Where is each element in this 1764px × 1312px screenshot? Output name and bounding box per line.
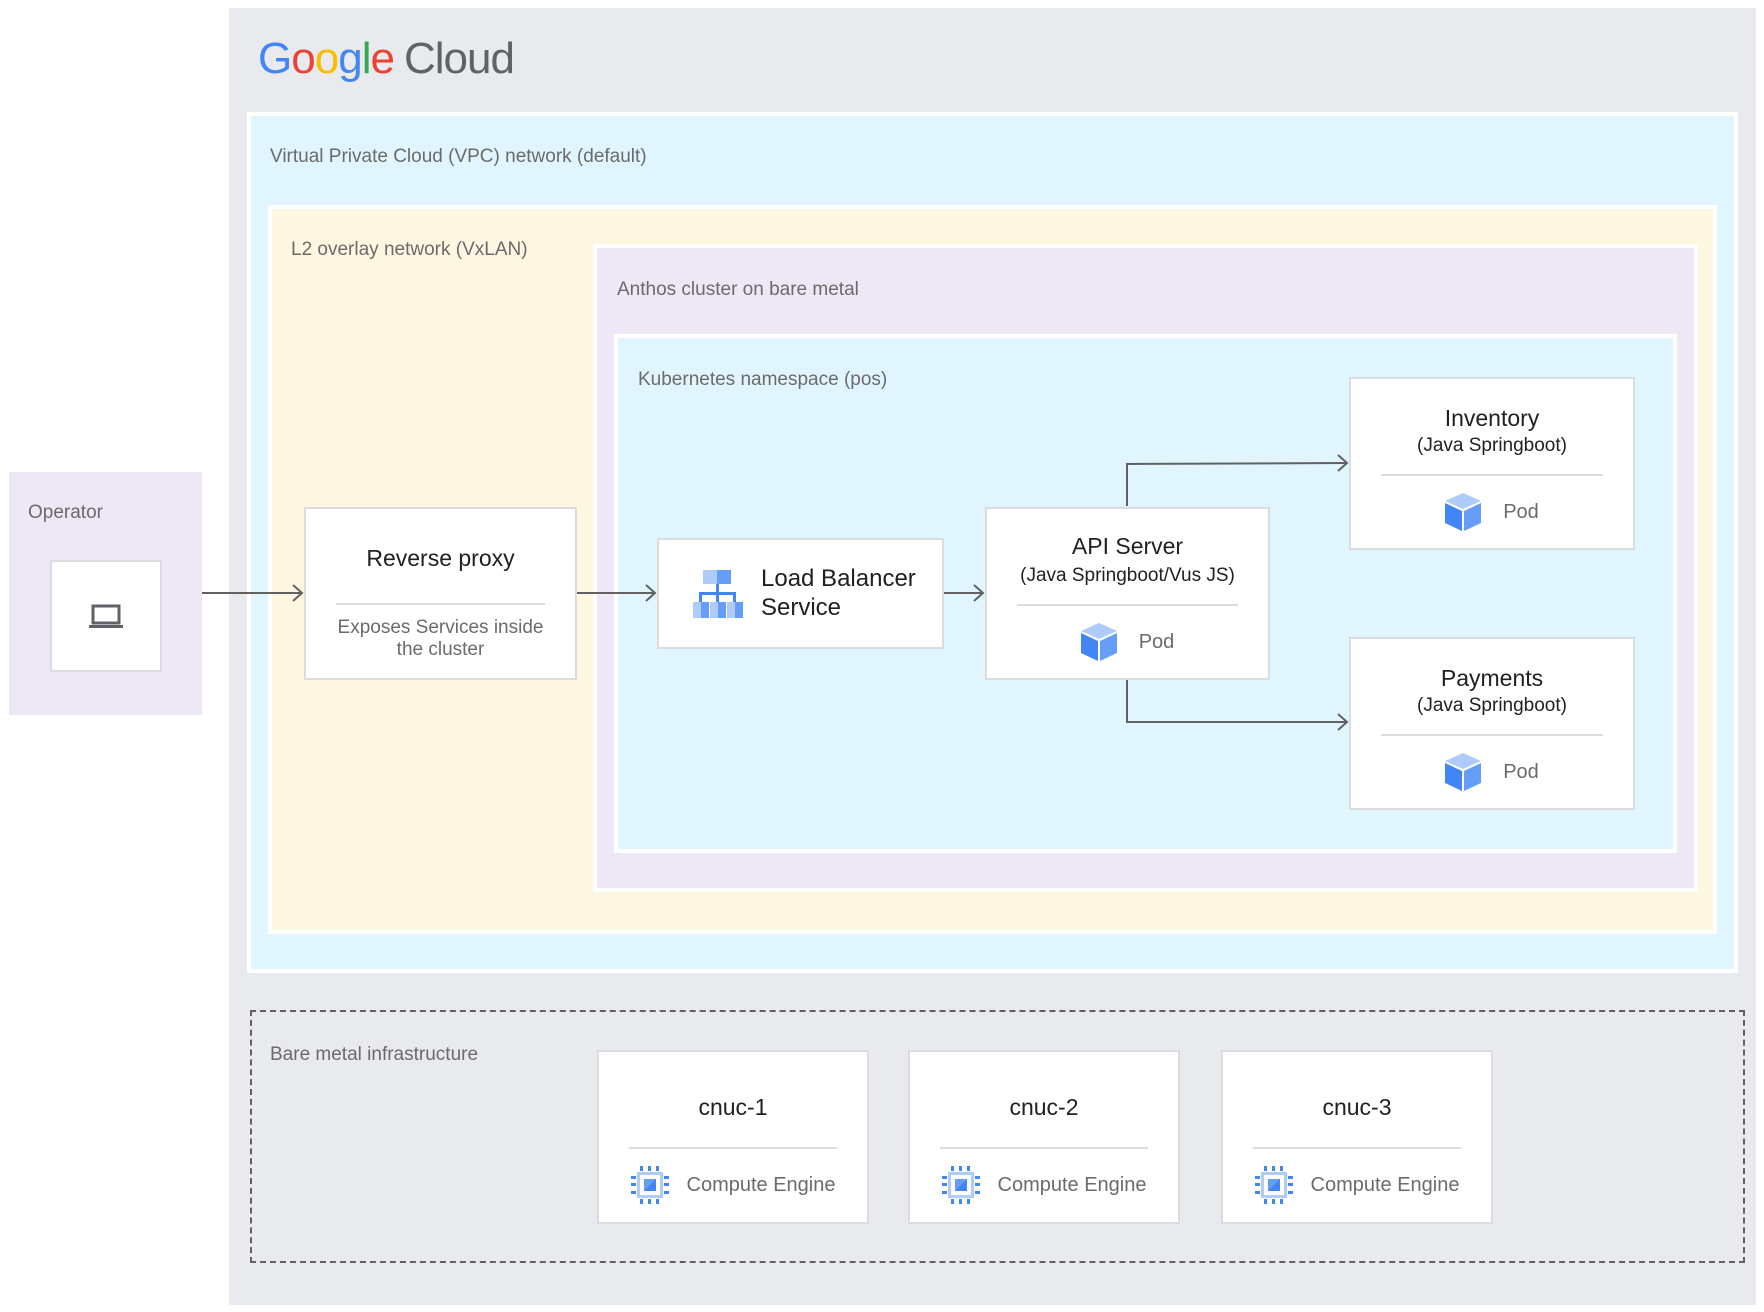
machine-footer: Compute Engine <box>910 1166 1178 1204</box>
machine-footer-label: Compute Engine <box>686 1173 836 1196</box>
divider <box>940 1147 1148 1149</box>
machine-name: cnuc-1 <box>698 1094 768 1120</box>
edge-api-to-inventory <box>1126 454 1349 506</box>
payments-footer-label: Pod <box>1503 760 1539 783</box>
machine-card-cnuc-1[interactable]: cnuc-1 Compute Engine <box>597 1050 869 1224</box>
divider <box>1253 1147 1461 1149</box>
machine-footer-label: Compute Engine <box>997 1173 1147 1196</box>
api-server-title: API Server <box>1071 533 1184 559</box>
inventory-footer: Pod <box>1351 493 1633 531</box>
payments-title: Payments <box>1440 665 1544 691</box>
load-balancer-icon <box>693 570 743 618</box>
api-server-node[interactable]: API Server (Java Springboot/Vus JS) Pod <box>985 507 1270 680</box>
pod-icon <box>1080 623 1117 661</box>
payments-node[interactable]: Payments (Java Springboot) Pod <box>1349 637 1635 810</box>
reverse-proxy-description-line1: Exposes Services inside <box>337 617 544 638</box>
machine-footer: Compute Engine <box>599 1166 867 1204</box>
divider <box>629 1147 837 1149</box>
edge-api-to-payments <box>1126 679 1349 731</box>
compute-engine-icon <box>941 1166 980 1204</box>
api-server-subtitle: (Java Springboot/Vus JS) <box>1020 565 1235 586</box>
pod-icon <box>1445 753 1482 791</box>
edge-lb-to-api <box>944 584 985 602</box>
machine-footer-label: Compute Engine <box>1310 1173 1460 1196</box>
inventory-subtitle: (Java Springboot) <box>1417 435 1567 456</box>
machine-name: cnuc-2 <box>1009 1094 1079 1120</box>
divider <box>1381 734 1603 736</box>
compute-engine-icon <box>1254 1166 1293 1204</box>
api-server-footer: Pod <box>987 623 1268 661</box>
load-balancer-title-line1: Load Balancer <box>761 565 916 592</box>
load-balancer-title-line2: Service <box>761 594 842 621</box>
reverse-proxy-description-line2: the cluster <box>396 639 485 660</box>
payments-footer: Pod <box>1351 753 1633 791</box>
machine-footer: Compute Engine <box>1223 1166 1491 1204</box>
machine-card-cnuc-2[interactable]: cnuc-2 Compute Engine <box>908 1050 1180 1224</box>
divider <box>1381 474 1603 476</box>
edge-operator-to-proxy <box>202 584 304 602</box>
inventory-node[interactable]: Inventory (Java Springboot) Pod <box>1349 377 1635 550</box>
payments-subtitle: (Java Springboot) <box>1417 695 1567 716</box>
pod-icon <box>1445 493 1482 531</box>
api-server-footer-label: Pod <box>1138 630 1175 653</box>
load-balancer-node[interactable]: Load Balancer Service <box>657 538 944 649</box>
inventory-title: Inventory <box>1444 405 1540 431</box>
reverse-proxy-title: Reverse proxy <box>366 545 515 571</box>
inventory-footer-label: Pod <box>1503 500 1539 523</box>
compute-engine-icon <box>630 1166 669 1204</box>
divider <box>336 603 545 605</box>
machine-name: cnuc-3 <box>1322 1094 1392 1120</box>
machine-card-cnuc-3[interactable]: cnuc-3 Compute Engine <box>1221 1050 1493 1224</box>
divider <box>1017 604 1238 606</box>
reverse-proxy-node[interactable]: Reverse proxy Exposes Services inside th… <box>304 507 577 680</box>
edge-proxy-to-lb <box>577 584 657 602</box>
